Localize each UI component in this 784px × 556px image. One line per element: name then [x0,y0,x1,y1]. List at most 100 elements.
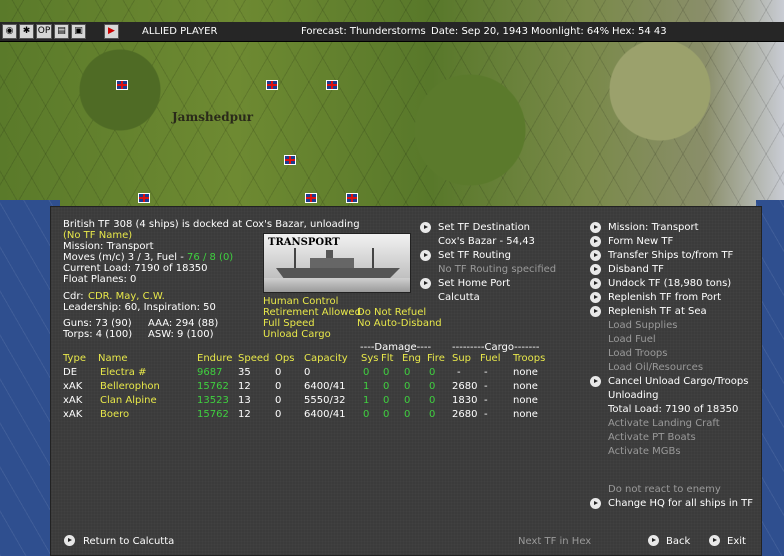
cell-ship-name[interactable]: Bellerophon [100,381,160,392]
tf-commander-name[interactable]: CDR. May, C.W. [88,291,165,302]
order-full-speed[interactable]: Full Speed [263,318,315,329]
allied-base-flag-icon[interactable] [346,193,358,203]
arrow-icon[interactable] [648,535,659,546]
return-to-base-button[interactable]: Return to Calcutta [83,536,174,547]
allied-base-flag-icon[interactable] [284,155,296,165]
tf-current-load: Current Load: 7190 of 18350 [63,263,208,274]
log-icon[interactable]: ▤ [54,24,69,39]
hex-label: Hex: 54 43 [612,26,667,37]
arrow-icon[interactable] [590,222,601,233]
allied-base-flag-icon[interactable] [138,193,150,203]
menu-no-react: Do not react to enemy [608,484,721,495]
end-turn-icon[interactable]: ▶ [104,24,119,39]
cargo-group-header: ---------Cargo------- [452,342,540,353]
arrow-icon[interactable] [590,292,601,303]
settings-icon[interactable]: ✱ [19,24,34,39]
ship-superstructure [310,258,354,269]
set-routing-button[interactable]: Set TF Routing [438,250,511,261]
fuel-value: 76 / 8 (0) [187,252,234,263]
order-unload-cargo[interactable]: Unload Cargo [263,329,331,340]
menu-change-hq[interactable]: Change HQ for all ships in TF [608,498,753,509]
set-home-port-button[interactable]: Set Home Port [438,278,510,289]
arrow-icon[interactable] [590,250,601,261]
destination-value: Cox's Bazar - 54,43 [438,236,535,247]
next-tf-in-hex-button[interactable]: Next TF in Hex [518,536,591,547]
cell-ship-name[interactable]: Clan Alpine [100,395,157,406]
arrow-icon[interactable] [590,498,601,509]
forecast-label: Forecast: Thunderstorms [301,26,426,37]
menu-form-new-tf[interactable]: Form New TF [608,236,673,247]
menu-replenish-port[interactable]: Replenish TF from Port [608,292,721,303]
arrow-icon[interactable] [420,222,431,233]
menu-activate-mgbs: Activate MGBs [608,446,681,457]
globe-icon[interactable]: ◉ [2,24,17,39]
back-button[interactable]: Back [666,536,690,547]
screen-icon[interactable]: ▣ [71,24,86,39]
cell-fire: 0 [429,395,436,406]
allied-base-flag-icon[interactable] [305,193,317,203]
cell-flt: 0 [383,381,390,392]
total-load: Total Load: 7190 of 18350 [608,404,739,415]
cell-ship-name[interactable]: Boero [100,409,129,420]
moonlight-label: Moonlight: 64% [531,26,610,37]
tf-commander-label: Cdr: [63,291,84,302]
column-header: Endure [197,353,233,364]
menu-cancel-unload[interactable]: Cancel Unload Cargo/Troops [608,376,748,387]
ship-picture-label: TRANSPORT [268,237,340,248]
arrow-icon[interactable] [590,278,601,289]
tf-name[interactable]: (No TF Name) [63,230,132,241]
arrow-icon[interactable] [420,250,431,261]
allied-base-flag-icon[interactable] [326,80,338,90]
cell-sup: - [457,367,461,378]
arrow-icon[interactable] [590,376,601,387]
arrow-icon[interactable] [590,264,601,275]
cell-type: xAK [63,381,83,392]
allied-base-flag-icon[interactable] [116,80,128,90]
order-no-auto-disband[interactable]: No Auto-Disband [357,318,442,329]
date-label: Date: Sep 20, 1943 [431,26,529,37]
cell-sys: 0 [363,409,370,420]
ship-mast [372,248,374,268]
menu-undock-tf[interactable]: Undock TF (18,980 tons) [608,278,731,289]
menu-mission[interactable]: Mission: Transport [608,222,699,233]
player-label: ALLIED PLAYER [142,26,218,37]
menu-transfer-ships[interactable]: Transfer Ships to/from TF [608,250,733,261]
arrow-icon[interactable] [709,535,720,546]
cell-sys: 1 [363,395,370,406]
menu-load-supplies: Load Supplies [608,320,678,331]
water [264,278,410,292]
set-destination-button[interactable]: Set TF Destination [438,222,530,233]
allied-base-flag-icon[interactable] [266,80,278,90]
column-header: Fuel [480,353,501,364]
tf-aaa: AAA: 294 (88) [148,318,219,329]
op-icon[interactable]: OP [36,24,52,39]
cell-fire: 0 [429,367,436,378]
cell-speed: 12 [238,381,251,392]
cell-sup: 1830 [452,395,478,406]
order-human-control[interactable]: Human Control [263,296,338,307]
menu-replenish-sea[interactable]: Replenish TF at Sea [608,306,707,317]
cell-ship-name[interactable]: Electra # [100,367,146,378]
arrow-icon[interactable] [590,306,601,317]
cell-type: xAK [63,395,83,406]
column-header: Sys [361,353,379,364]
menu-load-fuel: Load Fuel [608,334,656,345]
column-header: Ops [275,353,295,364]
order-retirement[interactable]: Retirement Allowed [263,307,361,318]
cell-eng: 0 [404,381,411,392]
cell-sys: 0 [363,367,370,378]
column-header: Flt [381,353,394,364]
cell-endure: 15762 [197,409,229,420]
cell-fire: 0 [429,409,436,420]
order-do-not-refuel[interactable]: Do Not Refuel [357,307,426,318]
arrow-icon[interactable] [590,236,601,247]
cell-ops: 0 [275,381,282,392]
cell-capacity: 6400/41 [304,409,346,420]
exit-button[interactable]: Exit [727,536,746,547]
arrow-icon[interactable] [420,278,431,289]
menu-disband-tf[interactable]: Disband TF [608,264,664,275]
cell-eng: 0 [404,367,411,378]
arrow-icon[interactable] [64,535,75,546]
home-port-value: Calcutta [438,292,480,303]
cell-troops: none [513,367,538,378]
